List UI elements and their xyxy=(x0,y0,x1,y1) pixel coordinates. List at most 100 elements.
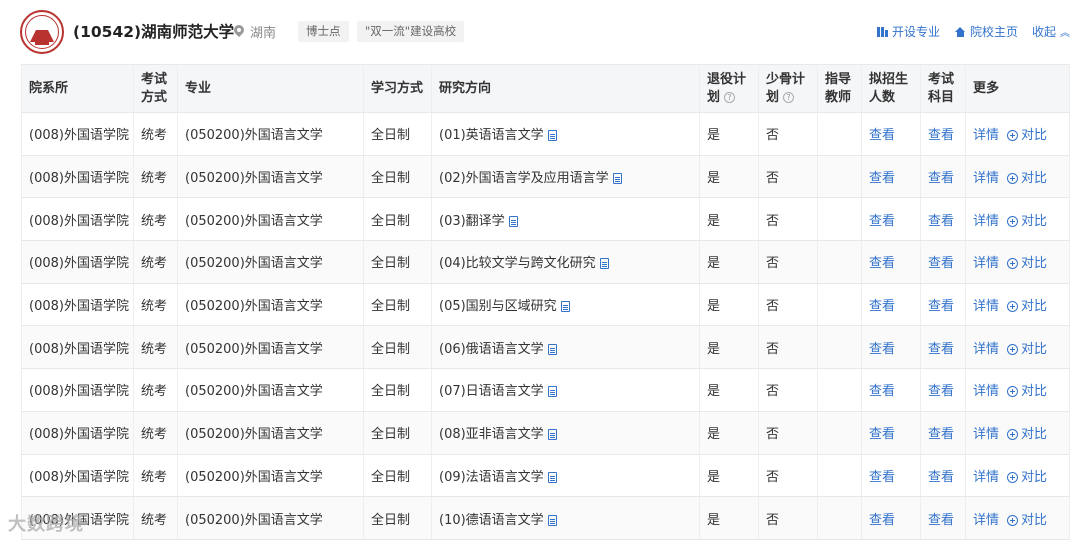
view-subjects-link[interactable]: 查看 xyxy=(928,427,954,442)
cell-veteran: 是 xyxy=(699,325,759,370)
cell-veteran: 是 xyxy=(699,411,759,455)
document-icon[interactable] xyxy=(612,173,622,185)
cell-direction: (09)法语语言文学 xyxy=(431,454,700,498)
cell-major: (050200)外国语言文学 xyxy=(177,496,364,540)
cell-veteran: 是 xyxy=(699,155,759,199)
majors-link[interactable]: 开设专业 xyxy=(877,23,940,40)
cell-minority: 否 xyxy=(758,496,818,540)
detail-link[interactable]: 详情 xyxy=(973,214,999,229)
homepage-link[interactable]: 院校主页 xyxy=(955,23,1018,40)
document-icon[interactable] xyxy=(547,514,557,526)
document-icon[interactable] xyxy=(599,258,609,270)
compare-label: 对比 xyxy=(1021,384,1048,400)
school-logo xyxy=(20,10,64,54)
compare-button[interactable]: 对比 xyxy=(1007,427,1047,442)
view-subjects-link[interactable]: 查看 xyxy=(928,128,954,143)
detail-link[interactable]: 详情 xyxy=(973,256,999,271)
view-quota-link[interactable]: 查看 xyxy=(869,171,895,186)
compare-label: 对比 xyxy=(1021,341,1048,357)
cell-dept: (008)外国语学院 xyxy=(21,454,134,498)
view-quota-link[interactable]: 查看 xyxy=(869,513,895,528)
cell-major: (050200)外国语言文学 xyxy=(177,155,364,199)
document-icon[interactable] xyxy=(508,215,518,227)
plus-circle-icon xyxy=(1007,514,1019,526)
collapse-label: 收起 xyxy=(1032,25,1057,39)
watermark: 大数跨境 xyxy=(8,514,84,535)
cell-veteran: 是 xyxy=(699,197,759,242)
direction-label: (02)外国语言学及应用语言学 xyxy=(439,171,609,187)
compare-button[interactable]: 对比 xyxy=(1007,171,1047,186)
detail-link[interactable]: 详情 xyxy=(973,128,999,143)
view-quota-link[interactable]: 查看 xyxy=(869,470,895,485)
view-subjects-link[interactable]: 查看 xyxy=(928,214,954,229)
compare-button[interactable]: 对比 xyxy=(1007,128,1047,143)
detail-link[interactable]: 详情 xyxy=(973,513,999,528)
cell-veteran: 是 xyxy=(699,496,759,540)
bar-chart-icon xyxy=(877,26,888,37)
view-subjects-link[interactable]: 查看 xyxy=(928,470,954,485)
cell-major: (050200)外国语言文学 xyxy=(177,411,364,455)
cell-more: 详情 对比 xyxy=(965,112,1070,156)
detail-link[interactable]: 详情 xyxy=(973,299,999,314)
view-quota-link[interactable]: 查看 xyxy=(869,427,895,442)
detail-link[interactable]: 详情 xyxy=(973,342,999,357)
cell-dept: (008)外国语学院 xyxy=(21,283,134,327)
table-header-row: 院系所 考试方式 专业 学习方式 研究方向 退役计划? 少骨计划? 指导教师 拟… xyxy=(21,64,1070,113)
document-icon[interactable] xyxy=(547,343,557,355)
detail-link[interactable]: 详情 xyxy=(973,427,999,442)
compare-label: 对比 xyxy=(1021,299,1048,315)
cell-quota: 查看 xyxy=(861,112,921,156)
document-icon[interactable] xyxy=(547,471,557,483)
cell-more: 详情 对比 xyxy=(965,283,1070,327)
view-subjects-link[interactable]: 查看 xyxy=(928,299,954,314)
detail-link[interactable]: 详情 xyxy=(973,470,999,485)
view-subjects-link[interactable]: 查看 xyxy=(928,384,954,399)
cell-direction: (05)国别与区域研究 xyxy=(431,283,700,327)
help-icon[interactable]: ? xyxy=(783,91,795,103)
collapse-button[interactable]: 收起 ︽ xyxy=(1032,23,1070,40)
compare-button[interactable]: 对比 xyxy=(1007,470,1047,485)
view-subjects-link[interactable]: 查看 xyxy=(928,256,954,271)
view-subjects-link[interactable]: 查看 xyxy=(928,513,954,528)
cell-quota: 查看 xyxy=(861,368,921,412)
compare-button[interactable]: 对比 xyxy=(1007,384,1047,399)
cell-study: 全日制 xyxy=(363,325,432,370)
cell-major: (050200)外国语言文学 xyxy=(177,454,364,498)
plus-circle-icon xyxy=(1007,301,1019,313)
cell-exam: 统考 xyxy=(133,496,178,540)
view-subjects-link[interactable]: 查看 xyxy=(928,171,954,186)
cell-more: 详情 对比 xyxy=(965,155,1070,199)
view-quota-link[interactable]: 查看 xyxy=(869,384,895,399)
compare-button[interactable]: 对比 xyxy=(1007,214,1047,229)
cell-advisor xyxy=(817,240,862,284)
document-icon[interactable] xyxy=(547,429,557,441)
cell-study: 全日制 xyxy=(363,155,432,199)
cell-subjects: 查看 xyxy=(920,240,966,284)
document-icon[interactable] xyxy=(560,301,570,313)
table-row: (008)外国语学院 统考 (050200)外国语言文学 全日制 (08)亚非语言文学 是… xyxy=(21,411,1070,455)
cell-major: (050200)外国语言文学 xyxy=(177,368,364,412)
compare-button[interactable]: 对比 xyxy=(1007,513,1047,528)
compare-button[interactable]: 对比 xyxy=(1007,342,1047,357)
detail-link[interactable]: 详情 xyxy=(973,384,999,399)
view-subjects-link[interactable]: 查看 xyxy=(928,342,954,357)
cell-advisor xyxy=(817,454,862,498)
view-quota-link[interactable]: 查看 xyxy=(869,342,895,357)
help-icon[interactable]: ? xyxy=(724,91,736,103)
plus-circle-icon xyxy=(1007,130,1019,142)
document-icon[interactable] xyxy=(547,386,557,398)
view-quota-link[interactable]: 查看 xyxy=(869,128,895,143)
cell-major: (050200)外国语言文学 xyxy=(177,197,364,242)
col-exam: 考试方式 xyxy=(133,64,178,113)
compare-button[interactable]: 对比 xyxy=(1007,256,1047,271)
compare-button[interactable]: 对比 xyxy=(1007,299,1047,314)
view-quota-link[interactable]: 查看 xyxy=(869,299,895,314)
cell-study: 全日制 xyxy=(363,112,432,156)
cell-advisor xyxy=(817,197,862,242)
col-minority: 少骨计划? xyxy=(758,64,818,113)
document-icon[interactable] xyxy=(547,130,557,142)
school-title[interactable]: (10542)湖南师范大学 xyxy=(73,20,234,42)
detail-link[interactable]: 详情 xyxy=(973,171,999,186)
view-quota-link[interactable]: 查看 xyxy=(869,214,895,229)
view-quota-link[interactable]: 查看 xyxy=(869,256,895,271)
